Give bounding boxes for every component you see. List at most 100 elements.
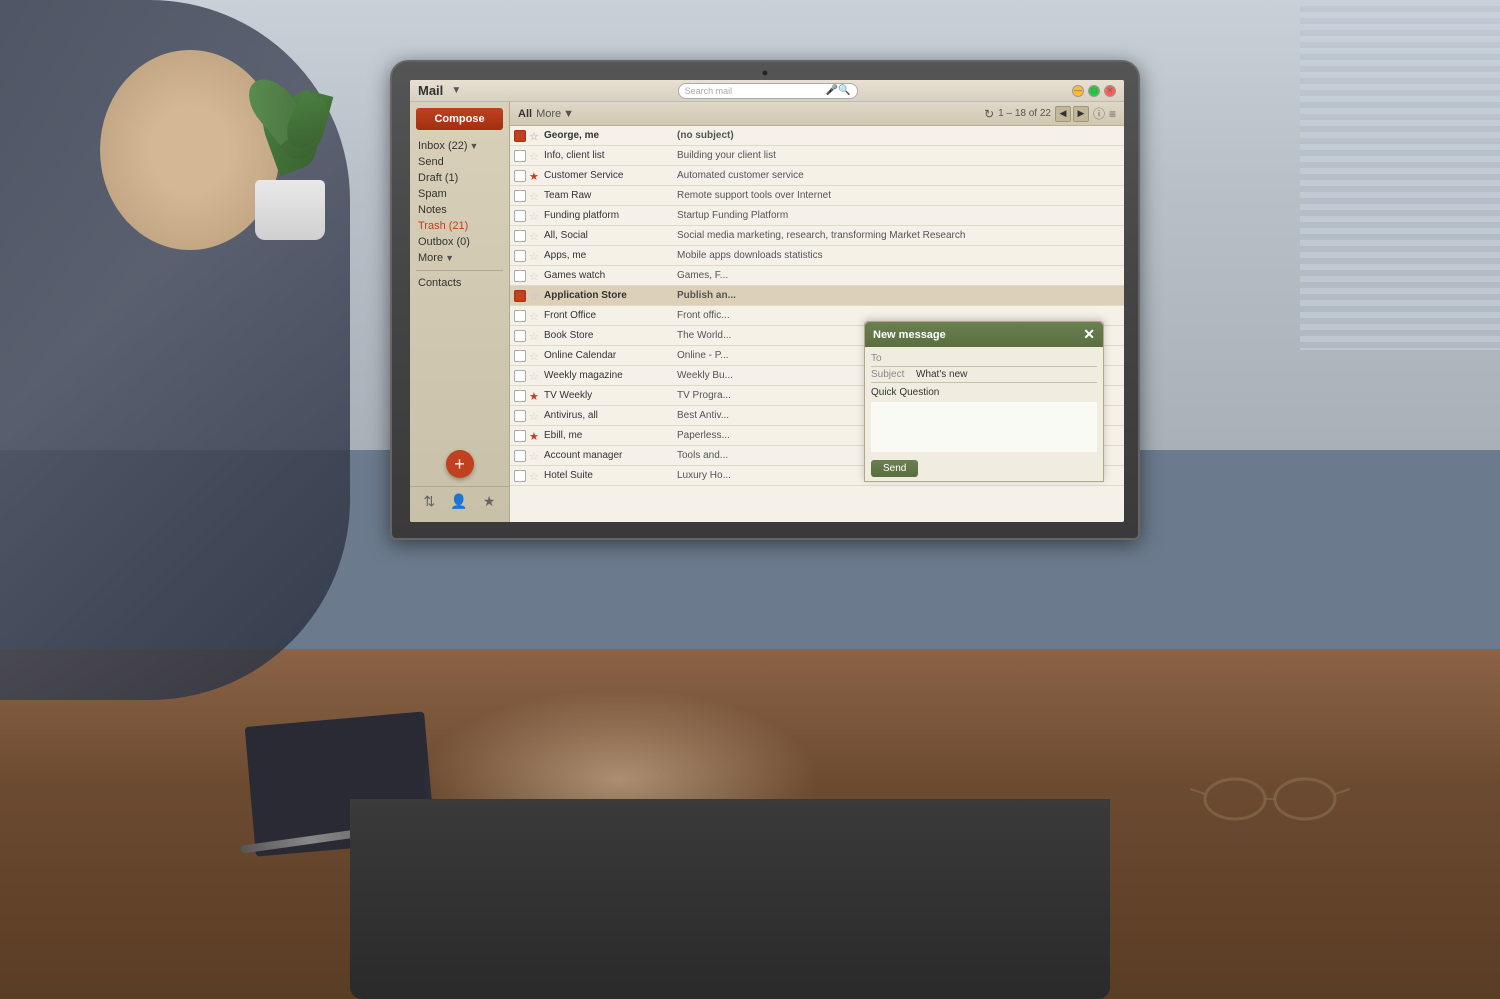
sidebar-item-inbox[interactable]: Inbox (22) ▼ xyxy=(410,138,509,154)
sidebar: Compose Inbox (22) ▼ Send Draft (1) xyxy=(410,102,510,522)
email-checkbox[interactable] xyxy=(514,270,526,282)
subject-field: Subject What's new xyxy=(871,367,1097,383)
table-row[interactable]: ☆ Funding platform Startup Funding Platf… xyxy=(510,206,1124,226)
email-checkbox[interactable] xyxy=(514,430,526,442)
filter-icon[interactable]: ⇅ xyxy=(424,493,436,510)
email-checkbox[interactable] xyxy=(514,330,526,342)
app-title: Mail xyxy=(418,83,443,98)
email-subject: Remote support tools over Internet xyxy=(677,190,1120,201)
star-icon[interactable]: ☆ xyxy=(529,330,541,342)
sidebar-divider xyxy=(416,270,503,271)
maximize-button[interactable]: □ xyxy=(1088,85,1100,97)
star-icon[interactable]: ☆ xyxy=(529,450,541,462)
more-filter[interactable]: More ▼ xyxy=(536,108,574,120)
table-row[interactable]: ☆ Apps, me Mobile apps downloads statist… xyxy=(510,246,1124,266)
email-checkbox[interactable] xyxy=(514,230,526,242)
sidebar-item-contacts[interactable]: Contacts xyxy=(410,275,509,291)
star-icon[interactable]: ★ xyxy=(529,390,541,402)
star-icon[interactable]: ☆ xyxy=(529,230,541,242)
subject-input[interactable]: What's new xyxy=(916,369,1097,380)
email-list-header: All More ▼ ↻ 1 – 18 of 22 ◀ ▶ xyxy=(510,102,1124,126)
email-checkbox[interactable] xyxy=(514,450,526,462)
more-dropdown-icon: ▼ xyxy=(445,253,454,263)
outbox-label: Outbox (0) xyxy=(418,236,470,248)
quick-question-text[interactable]: Quick Question xyxy=(871,387,1097,398)
table-row[interactable]: ☆ Application Store Publish an... xyxy=(510,286,1124,306)
send-button[interactable]: Send xyxy=(871,460,918,477)
star-icon[interactable]: ☆ xyxy=(529,210,541,222)
star-icon[interactable]: ☆ xyxy=(529,310,541,322)
email-checkbox[interactable] xyxy=(514,370,526,382)
star-icon[interactable]: ☆ xyxy=(529,190,541,202)
star-icon[interactable]: ☆ xyxy=(529,270,541,282)
sidebar-item-spam[interactable]: Spam xyxy=(410,186,509,202)
compose-area[interactable] xyxy=(871,402,1097,452)
pagination-nav: ◀ ▶ xyxy=(1055,106,1089,122)
add-button[interactable]: + xyxy=(446,450,474,478)
star-icon[interactable]: ☆ xyxy=(529,350,541,362)
table-row[interactable]: ☆ All, Social Social media marketing, re… xyxy=(510,226,1124,246)
table-row[interactable]: ☆ Info, client list Building your client… xyxy=(510,146,1124,166)
contacts-icon[interactable]: 👤 xyxy=(450,493,467,510)
window-controls: — □ ✕ xyxy=(1072,85,1116,97)
email-checkbox[interactable] xyxy=(514,150,526,162)
email-checkbox[interactable] xyxy=(514,250,526,262)
email-checkbox[interactable] xyxy=(514,350,526,362)
email-subject: Building your client list xyxy=(677,150,1120,161)
sender-name: Team Raw xyxy=(544,190,674,201)
search-area: Search mail 🎤 🔍 xyxy=(469,83,1066,99)
sidebar-item-draft[interactable]: Draft (1) xyxy=(410,170,509,186)
email-checkbox[interactable] xyxy=(514,210,526,222)
email-checkbox[interactable] xyxy=(514,130,526,142)
menu-button[interactable]: ≡ xyxy=(1109,107,1116,121)
search-box[interactable]: Search mail 🎤 🔍 xyxy=(678,83,858,99)
sidebar-item-trash[interactable]: Trash (21) xyxy=(410,218,509,234)
quick-question-field: Quick Question xyxy=(871,383,1097,402)
new-message-footer: Send xyxy=(865,456,1103,481)
email-subject: (no subject) xyxy=(677,130,1120,141)
table-row[interactable]: ★ Customer Service Automated customer se… xyxy=(510,166,1124,186)
search-icon[interactable]: 🔍 xyxy=(838,85,850,96)
star-icon[interactable]: ☆ xyxy=(529,290,541,302)
star-icon[interactable]: ☆ xyxy=(529,150,541,162)
email-checkbox[interactable] xyxy=(514,470,526,482)
star-icon[interactable]: ★ xyxy=(529,170,541,182)
sender-name: Book Store xyxy=(544,330,674,341)
sidebar-item-outbox[interactable]: Outbox (0) xyxy=(410,234,509,250)
star-icon[interactable]: ★ xyxy=(529,430,541,442)
table-row[interactable]: ☆ Team Raw Remote support tools over Int… xyxy=(510,186,1124,206)
table-row[interactable]: ☆ George, me (no subject) xyxy=(510,126,1124,146)
favorites-icon[interactable]: ★ xyxy=(483,493,496,510)
email-checkbox[interactable] xyxy=(514,190,526,202)
star-icon[interactable]: ☆ xyxy=(529,410,541,422)
prev-page-button[interactable]: ◀ xyxy=(1055,106,1071,122)
sidebar-item-more[interactable]: More ▼ xyxy=(410,250,509,266)
refresh-button[interactable]: ↻ xyxy=(984,107,994,121)
next-page-button[interactable]: ▶ xyxy=(1073,106,1089,122)
email-subject: Startup Funding Platform xyxy=(677,210,1120,221)
close-button[interactable]: ✕ xyxy=(1104,85,1116,97)
star-icon[interactable]: ☆ xyxy=(529,470,541,482)
minimize-button[interactable]: — xyxy=(1072,85,1084,97)
star-icon[interactable]: ☆ xyxy=(529,370,541,382)
title-dropdown-icon[interactable]: ▼ xyxy=(449,84,463,98)
info-button[interactable]: ⓘ xyxy=(1093,105,1105,122)
star-icon[interactable]: ☆ xyxy=(529,130,541,142)
star-icon[interactable]: ☆ xyxy=(529,250,541,262)
plant-leaves xyxy=(250,60,330,190)
table-row[interactable]: ☆ Games watch Games, F... xyxy=(510,266,1124,286)
sidebar-item-notes[interactable]: Notes xyxy=(410,202,509,218)
new-message-close-button[interactable]: ✕ xyxy=(1083,326,1095,343)
email-checkbox[interactable] xyxy=(514,310,526,322)
inbox-dropdown-icon: ▼ xyxy=(470,141,479,151)
sidebar-item-send[interactable]: Send xyxy=(410,154,509,170)
all-filter[interactable]: All xyxy=(518,108,532,120)
email-checkbox[interactable] xyxy=(514,390,526,402)
email-checkbox[interactable] xyxy=(514,410,526,422)
email-checkbox[interactable] xyxy=(514,170,526,182)
compose-button[interactable]: Compose xyxy=(416,108,503,130)
more-filter-icon: ▼ xyxy=(563,108,574,120)
new-message-title: New message xyxy=(873,329,946,341)
laptop-bezel: Mail ▼ Search mail 🎤 🔍 — □ ✕ xyxy=(390,60,1140,540)
email-checkbox[interactable] xyxy=(514,290,526,302)
